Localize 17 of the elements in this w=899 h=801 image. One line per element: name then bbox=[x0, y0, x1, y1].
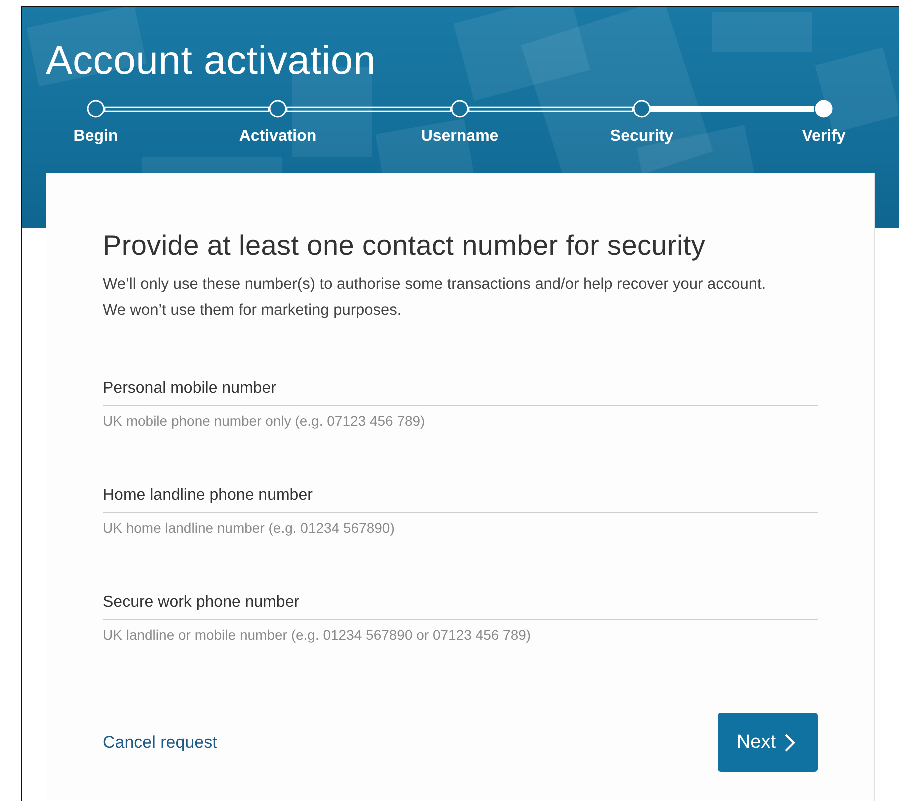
page-title: Account activation bbox=[46, 38, 378, 85]
step-label: Activation bbox=[239, 128, 317, 146]
field-label: Home landline phone number bbox=[103, 487, 314, 506]
step-label: Username bbox=[421, 128, 499, 146]
next-button[interactable]: Next bbox=[718, 713, 818, 772]
cancel-link[interactable]: Cancel request bbox=[103, 732, 218, 752]
chevron-right-icon bbox=[784, 732, 796, 752]
field-label: Secure work phone number bbox=[103, 594, 301, 613]
phone-input-field[interactable]: UK landline or mobile number (e.g. 01234 567890 or 07123 456 789) bbox=[103, 619, 818, 643]
form-heading: Provide at least one contact number for security bbox=[103, 230, 707, 262]
step-label: Verify bbox=[802, 128, 846, 146]
step-label: Begin bbox=[74, 128, 118, 146]
step-label: Security bbox=[610, 128, 674, 146]
phone-input-field[interactable]: UK home landline number (e.g. 01234 567890) bbox=[103, 512, 818, 536]
phone-input-field[interactable]: UK mobile phone number only (e.g. 07123 456 789) bbox=[103, 405, 818, 429]
intro-text: We’ll only use these number(s) to authorise some transactions and/or help recover your account. We won’t use them for marketing purposes. bbox=[103, 275, 768, 321]
field-label: Personal mobile number bbox=[103, 380, 278, 399]
